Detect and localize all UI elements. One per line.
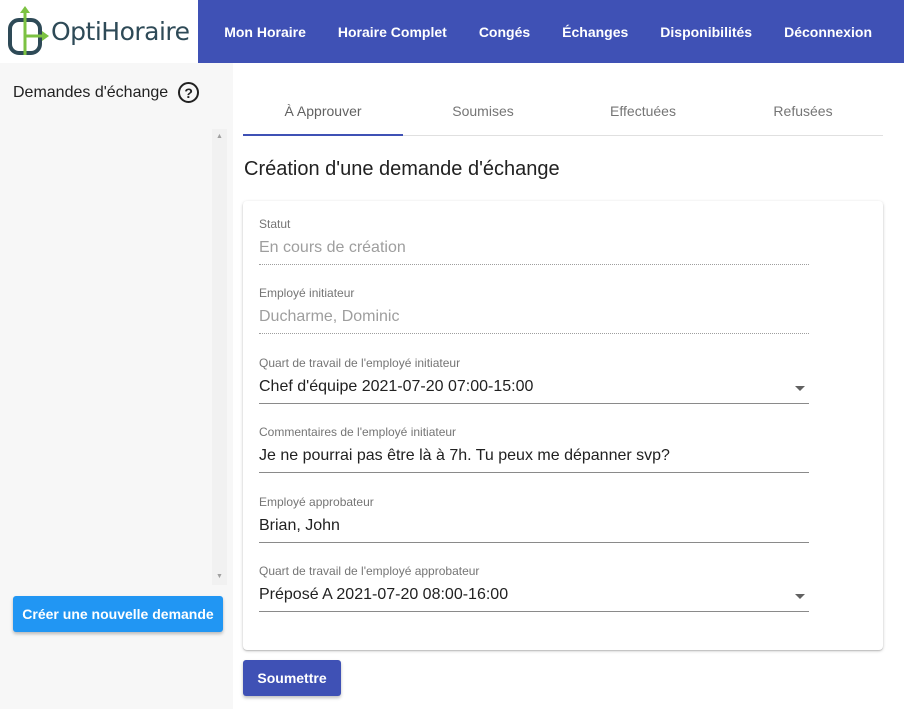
quart-approbateur-text: Préposé A 2021-07-20 08:00-16:00 <box>259 586 509 603</box>
statut-field: Statut En cours de création <box>259 217 809 265</box>
quart-initiateur-value[interactable]: Chef d'équipe 2021-07-20 07:00-15:00 <box>259 378 809 404</box>
tab-bar: À Approuver Soumises Effectuées Refusées <box>243 88 883 136</box>
tab-refusees[interactable]: Refusées <box>723 88 883 136</box>
logo-text: OptiHoraire <box>51 17 190 46</box>
approbateur-input[interactable]: Brian, John <box>259 517 809 543</box>
submit-button[interactable]: Soumettre <box>243 660 341 696</box>
app-header: OptiHoraire Mon Horaire Horaire Complet … <box>0 0 904 63</box>
commentaires-field[interactable]: Commentaires de l'employé initiateur Je … <box>259 425 809 473</box>
tab-effectuees[interactable]: Effectuées <box>563 88 723 136</box>
help-icon[interactable]: ? <box>178 82 200 103</box>
approbateur-field[interactable]: Employé approbateur Brian, John <box>259 495 809 543</box>
quart-approbateur-label: Quart de travail de l'employé approbateu… <box>259 564 480 578</box>
sidebar-scrollbar[interactable]: ▲ ▼ <box>212 129 227 585</box>
scroll-up-icon[interactable]: ▲ <box>212 131 227 143</box>
commentaires-input[interactable]: Je ne pourrai pas être là à 7h. Tu peux … <box>259 447 809 473</box>
initiateur-field: Employé initiateur Ducharme, Dominic <box>259 286 809 334</box>
quart-initiateur-select[interactable]: Quart de travail de l'employé initiateur… <box>259 356 809 404</box>
dropdown-arrow-icon[interactable] <box>795 594 805 599</box>
statut-label: Statut <box>259 217 291 231</box>
initiateur-value: Ducharme, Dominic <box>259 308 809 334</box>
quart-approbateur-select[interactable]: Quart de travail de l'employé approbateu… <box>259 564 809 612</box>
logo-icon <box>8 5 50 58</box>
sidebar-title-text: Demandes d'échange <box>13 83 169 101</box>
sidebar-title: Demandes d'échange ? <box>13 82 200 103</box>
create-request-button[interactable]: Créer une nouvelle demande <box>13 596 223 632</box>
logo[interactable]: OptiHoraire <box>0 0 199 63</box>
commentaires-label: Commentaires de l'employé initiateur <box>259 425 457 439</box>
nav-echanges[interactable]: Échanges <box>562 24 628 40</box>
nav-mon-horaire[interactable]: Mon Horaire <box>224 24 306 40</box>
quart-initiateur-text: Chef d'équipe 2021-07-20 07:00-15:00 <box>259 378 534 395</box>
main-nav: Mon Horaire Horaire Complet Congés Échan… <box>198 0 904 63</box>
quart-approbateur-value[interactable]: Préposé A 2021-07-20 08:00-16:00 <box>259 586 809 612</box>
quart-initiateur-label: Quart de travail de l'employé initiateur <box>259 356 461 370</box>
initiateur-label: Employé initiateur <box>259 286 355 300</box>
nav-horaire-complet[interactable]: Horaire Complet <box>338 24 447 40</box>
nav-disponibilites[interactable]: Disponibilités <box>660 24 752 40</box>
scroll-down-icon[interactable]: ▼ <box>212 571 227 583</box>
nav-conges[interactable]: Congés <box>479 24 530 40</box>
statut-value: En cours de création <box>259 239 809 265</box>
form-title: Création d'une demande d'échange <box>244 158 560 180</box>
approbateur-label: Employé approbateur <box>259 495 374 509</box>
sidebar: Demandes d'échange ? ▲ ▼ Créer une nouve… <box>0 63 233 709</box>
nav-deconnexion[interactable]: Déconnexion <box>784 24 872 40</box>
tab-a-approuver[interactable]: À Approuver <box>243 88 403 136</box>
tab-soumises[interactable]: Soumises <box>403 88 563 136</box>
dropdown-arrow-icon[interactable] <box>795 386 805 391</box>
request-form-card: Statut En cours de création Employé init… <box>243 201 883 650</box>
